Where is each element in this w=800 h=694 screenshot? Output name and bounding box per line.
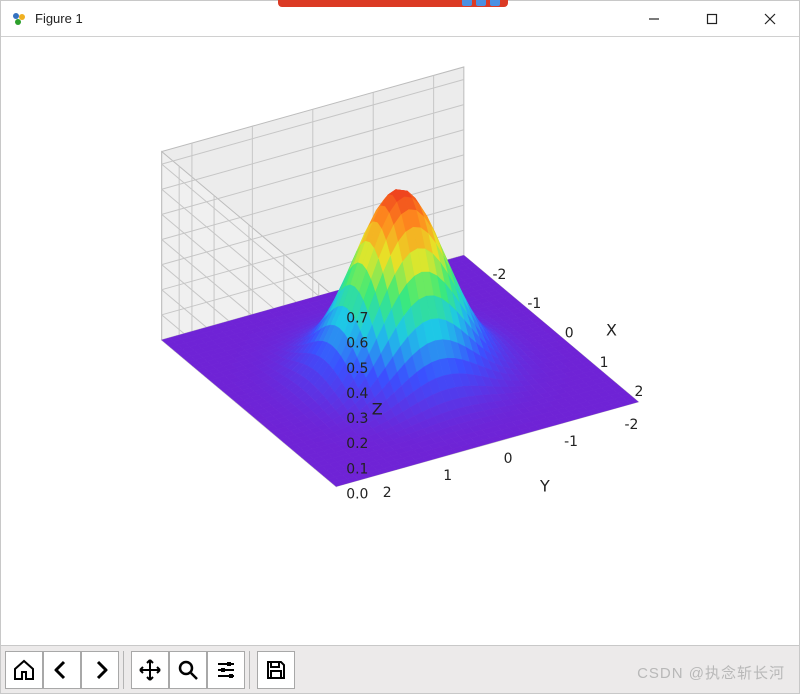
svg-text:1: 1	[443, 468, 452, 484]
svg-text:Z: Z	[372, 400, 383, 419]
configure-button[interactable]	[207, 651, 245, 689]
svg-text:0.3: 0.3	[346, 411, 368, 427]
svg-text:2: 2	[383, 485, 392, 501]
svg-text:0: 0	[504, 451, 513, 467]
svg-text:-2: -2	[492, 267, 506, 283]
forward-button[interactable]	[81, 651, 119, 689]
svg-text:0.6: 0.6	[346, 336, 368, 352]
watermark-text: CSDN @执念斩长河	[637, 662, 785, 683]
svg-text:-1: -1	[564, 434, 578, 450]
svg-text:-2: -2	[625, 417, 639, 433]
save-button[interactable]	[257, 651, 295, 689]
svg-text:1: 1	[600, 355, 609, 371]
pan-button[interactable]	[131, 651, 169, 689]
svg-text:Y: Y	[539, 476, 550, 495]
minimize-button[interactable]	[625, 1, 683, 37]
maximize-button[interactable]	[683, 1, 741, 37]
svg-text:0.2: 0.2	[346, 436, 368, 452]
back-button[interactable]	[43, 651, 81, 689]
toolbar-separator	[249, 651, 253, 689]
svg-text:-1: -1	[527, 296, 541, 312]
close-button[interactable]	[741, 1, 799, 37]
top-occlusion-decoration	[278, 0, 508, 7]
zoom-button[interactable]	[169, 651, 207, 689]
nav-toolbar: CSDN @执念斩长河	[1, 645, 799, 693]
svg-text:0.5: 0.5	[346, 361, 368, 377]
svg-text:X: X	[606, 321, 617, 340]
svg-text:0.0: 0.0	[346, 486, 368, 502]
surface-3d-plot[interactable]: -2 -1 0 1 2 -2 -1 0 1 2 0.0 0.1 0.2 0.3 0.4 0.5 0.6 0.7 X Y…	[1, 37, 799, 645]
svg-text:0.1: 0.1	[346, 461, 368, 477]
figure-window: Figure 1 -2 -1 0 1 2 -2 -1 0 1 2 0.0 0.1 0.2 0.3 0.4 0.…	[0, 0, 800, 694]
app-icon	[11, 11, 27, 27]
plot-canvas[interactable]: -2 -1 0 1 2 -2 -1 0 1 2 0.0 0.1 0.2 0.3 0.4 0.5 0.6 0.7 X Y…	[1, 37, 799, 645]
home-button[interactable]	[5, 651, 43, 689]
window-title: Figure 1	[35, 11, 83, 26]
toolbar-separator	[123, 651, 127, 689]
svg-text:0.4: 0.4	[346, 386, 368, 402]
svg-text:2: 2	[635, 384, 644, 400]
titlebar: Figure 1	[1, 1, 799, 37]
svg-text:0: 0	[565, 325, 574, 341]
svg-text:0.7: 0.7	[346, 311, 368, 327]
